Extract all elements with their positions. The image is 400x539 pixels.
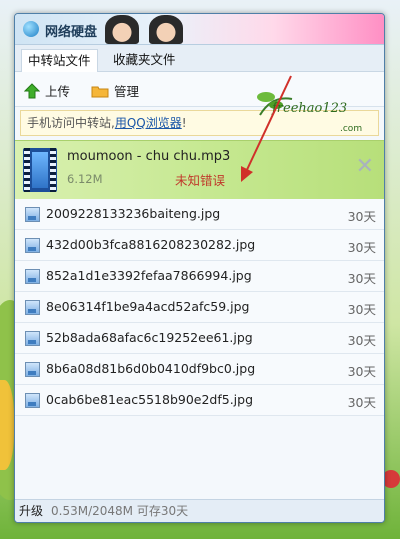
file-name: 8b6a08d81b6d0b0410df9bc0.jpg [46, 361, 256, 376]
active-transfer-item[interactable]: moumoon - chu chu.mp3 6.12M 未知错误 ✕ [15, 140, 384, 200]
file-name: 2009228133236baiteng.jpg [46, 206, 221, 221]
image-file-icon [25, 331, 40, 346]
window-title: 网络硬盘 [45, 25, 98, 40]
list-item[interactable]: 52b8ada68afac6c19252ee61.jpg 30天 [15, 323, 384, 354]
file-name: 432d00b3fca8816208230282.jpg [46, 237, 256, 252]
network-disk-window: 网络硬盘 中转站文件 收藏夹文件 上传 管理 手机访问中转站,用QQ浏览器! f… [14, 13, 385, 523]
image-file-icon [25, 269, 40, 284]
file-name: 852a1d1e3392fefaa7866994.jpg [46, 268, 252, 283]
list-item[interactable]: 432d00b3fca8816208230282.jpg 30天 [15, 230, 384, 261]
upload-label: 上传 [45, 84, 71, 99]
file-name: 8e06314f1be9a4acd52afc59.jpg [46, 299, 250, 314]
list-item[interactable]: 8b6a08d81b6d0b0410df9bc0.jpg 30天 [15, 354, 384, 385]
watermark-text: freehao123 [272, 101, 348, 116]
close-icon[interactable]: ✕ [356, 156, 374, 178]
image-file-icon [25, 362, 40, 377]
file-retention: 30天 [347, 271, 376, 286]
list-item[interactable]: 2009228133236baiteng.jpg 30天 [15, 199, 384, 230]
tab-transfer-files[interactable]: 中转站文件 [21, 49, 98, 72]
file-retention: 30天 [347, 364, 376, 379]
freehao123-watermark: freehao123 .com [252, 85, 372, 141]
tab-favorites-files[interactable]: 收藏夹文件 [107, 49, 182, 71]
file-retention: 30天 [347, 333, 376, 348]
mobile-access-notice: 手机访问中转站,用QQ浏览器! freehao123 .com [20, 92, 379, 136]
folder-icon [91, 86, 109, 97]
image-file-icon [25, 238, 40, 253]
app-logo-icon [23, 21, 39, 37]
status-bar: 升级 0.53M/2048M 可存30天 [15, 499, 384, 522]
file-name: 0cab6be81eac5518b90e2df5.jpg [46, 392, 254, 407]
notice-text: 手机访问中转站, [27, 116, 115, 130]
file-name: 52b8ada68afac6c19252ee61.jpg [46, 330, 253, 345]
title-banner-image [105, 14, 215, 44]
tab-bar: 中转站文件 收藏夹文件 [15, 45, 384, 72]
file-retention: 30天 [347, 240, 376, 255]
file-retention: 30天 [347, 302, 376, 317]
notice-suffix: ! [181, 116, 187, 130]
file-list: 2009228133236baiteng.jpg 30天 432d00b3fca… [15, 199, 384, 416]
image-file-icon [25, 393, 40, 408]
upload-arrow-icon [24, 82, 40, 98]
image-file-icon [25, 207, 40, 222]
active-file-error: 未知错误 [175, 173, 226, 188]
video-file-icon [23, 148, 57, 192]
title-bar[interactable]: 网络硬盘 [15, 14, 384, 45]
wallpaper-butterfly [0, 380, 14, 470]
active-file-size: 6.12M [67, 172, 103, 186]
manage-label: 管理 [114, 84, 140, 99]
list-item[interactable]: 852a1d1e3392fefaa7866994.jpg 30天 [15, 261, 384, 292]
upgrade-link[interactable]: 升级 [19, 500, 43, 522]
active-file-name: moumoon - chu chu.mp3 [67, 149, 231, 164]
list-item[interactable]: 0cab6be81eac5518b90e2df5.jpg 30天 [15, 385, 384, 416]
file-retention: 30天 [347, 395, 376, 410]
file-retention: 30天 [347, 209, 376, 224]
manage-button[interactable]: 管理 [91, 81, 139, 100]
image-file-icon [25, 300, 40, 315]
watermark-suffix: .com [340, 124, 363, 134]
upload-button[interactable]: 上传 [24, 81, 70, 100]
storage-quota: 0.53M/2048M 可存30天 [51, 504, 189, 518]
qq-browser-link[interactable]: 用QQ浏览器 [115, 116, 182, 130]
list-item[interactable]: 8e06314f1be9a4acd52afc59.jpg 30天 [15, 292, 384, 323]
